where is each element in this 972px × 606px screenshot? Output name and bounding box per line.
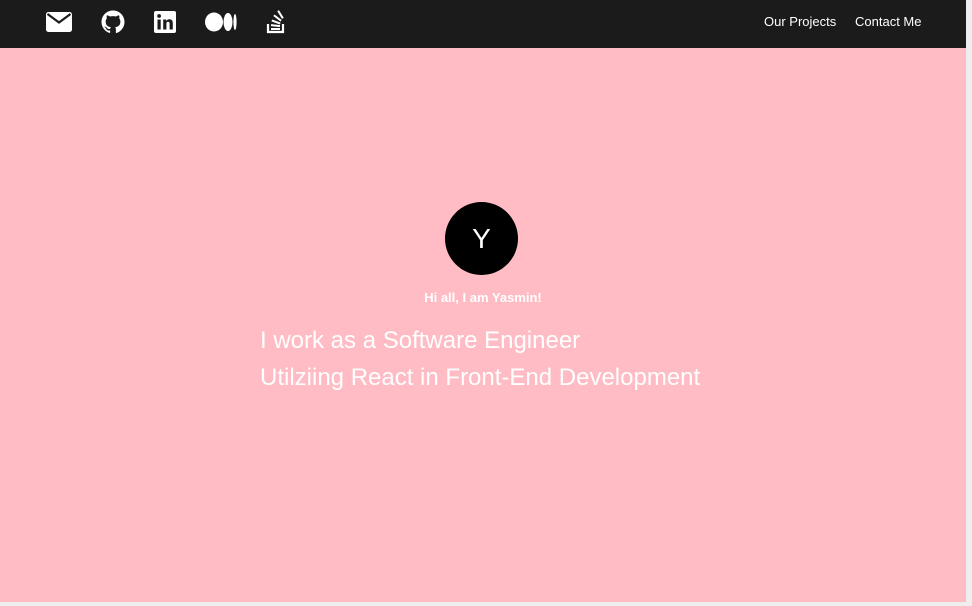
tagline-line-2: Utilziing React in Front-End Development xyxy=(260,364,701,391)
github-icon[interactable] xyxy=(99,10,127,34)
linkedin-icon[interactable] xyxy=(151,10,179,34)
nav-link-projects[interactable]: Our Projects xyxy=(764,14,836,29)
avatar-letter: Y xyxy=(472,222,491,254)
mail-icon[interactable] xyxy=(45,10,73,34)
page: Our Projects Contact Me Y Hi all, I am Y… xyxy=(0,0,966,602)
avatar: Y xyxy=(445,202,518,275)
stackoverflow-icon[interactable] xyxy=(262,10,290,34)
nav-link-contact[interactable]: Contact Me xyxy=(855,14,921,29)
bottom-gutter xyxy=(0,602,972,606)
navbar: Our Projects Contact Me xyxy=(0,0,966,48)
greeting-text: Hi all, I am Yasmin! xyxy=(424,290,542,305)
tagline-line-1: I work as a Software Engineer xyxy=(260,327,581,354)
scrollbar-gutter xyxy=(966,0,972,606)
medium-icon[interactable] xyxy=(204,10,238,34)
